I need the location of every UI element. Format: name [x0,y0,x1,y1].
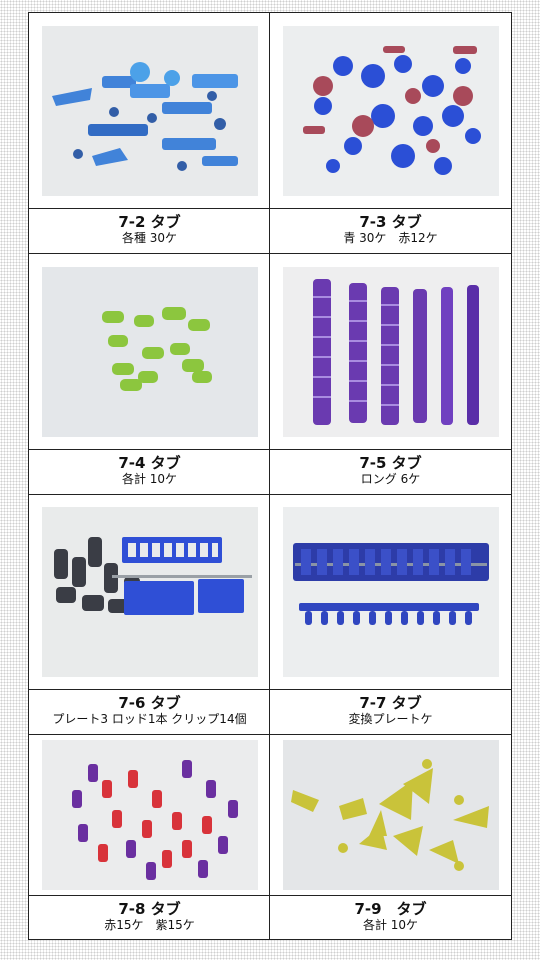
product-detail: 各種 30ケ [121,231,178,245]
product-grid: 7-2 タブ 各種 30ケ 7-3 タブ 青 30ケ 赤12ケ 7-4 タブ 各… [29,13,511,939]
product-caption: 7-9 タブ 各計 10ケ [270,895,511,939]
product-photo-purple-long-tabs [282,266,499,437]
product-title: 7-7 タブ [359,694,422,712]
product-card-7-5[interactable]: 7-5 タブ ロング 6ケ [270,254,511,495]
photo-frame [270,13,511,208]
product-title: 7-2 タブ [118,213,181,231]
product-photo-plates-rod-clips [41,506,258,677]
photo-frame [29,254,270,449]
photo-frame [29,494,270,689]
product-photo-red-purple-tabs [41,740,258,890]
product-detail: 各計 10ケ [121,472,178,486]
product-card-7-2[interactable]: 7-2 タブ 各種 30ケ [29,13,270,254]
product-photo-conversion-plate [282,506,499,677]
product-photo-blue-tabs [41,25,258,196]
product-caption: 7-6 タブ プレート3 ロッド1本 クリップ14個 [29,689,270,735]
product-card-7-3[interactable]: 7-3 タブ 青 30ケ 赤12ケ [270,13,511,254]
product-caption: 7-7 タブ 変換プレートケ [270,689,511,735]
photo-frame [29,13,270,208]
catalog-sheet: 7-2 タブ 各種 30ケ 7-3 タブ 青 30ケ 赤12ケ 7-4 タブ 各… [28,12,512,940]
product-detail: 青 30ケ 赤12ケ [343,231,438,245]
product-title: 7-8 タブ [118,900,181,918]
photo-frame [29,735,270,895]
product-photo-green-tabs [41,266,258,437]
photo-frame [270,254,511,449]
product-title: 7-6 タブ [118,694,181,712]
product-photo-blue-red-tabs [282,25,499,196]
product-caption: 7-8 タブ 赤15ケ 紫15ケ [29,895,270,939]
product-detail: ロング 6ケ [360,472,421,486]
product-detail: 赤15ケ 紫15ケ [104,918,195,932]
product-card-7-8[interactable]: 7-8 タブ 赤15ケ 紫15ケ [29,735,270,939]
product-detail: プレート3 ロッド1本 クリップ14個 [52,712,247,726]
product-photo-yellow-tabs [282,740,499,890]
product-card-7-6[interactable]: 7-6 タブ プレート3 ロッド1本 クリップ14個 [29,494,270,735]
product-card-7-4[interactable]: 7-4 タブ 各計 10ケ [29,254,270,495]
product-title: 7-5 タブ [359,454,422,472]
photo-frame [270,735,511,895]
product-card-7-7[interactable]: 7-7 タブ 変換プレートケ [270,494,511,735]
product-caption: 7-4 タブ 各計 10ケ [29,449,270,495]
product-caption: 7-2 タブ 各種 30ケ [29,208,270,254]
product-title: 7-9 タブ [354,900,427,918]
product-caption: 7-5 タブ ロング 6ケ [270,449,511,495]
photo-frame [270,494,511,689]
product-title: 7-4 タブ [118,454,181,472]
product-detail: 各計 10ケ [362,918,419,932]
product-title: 7-3 タブ [359,213,422,231]
product-card-7-9[interactable]: 7-9 タブ 各計 10ケ [270,735,511,939]
product-detail: 変換プレートケ [348,712,433,726]
product-caption: 7-3 タブ 青 30ケ 赤12ケ [270,208,511,254]
